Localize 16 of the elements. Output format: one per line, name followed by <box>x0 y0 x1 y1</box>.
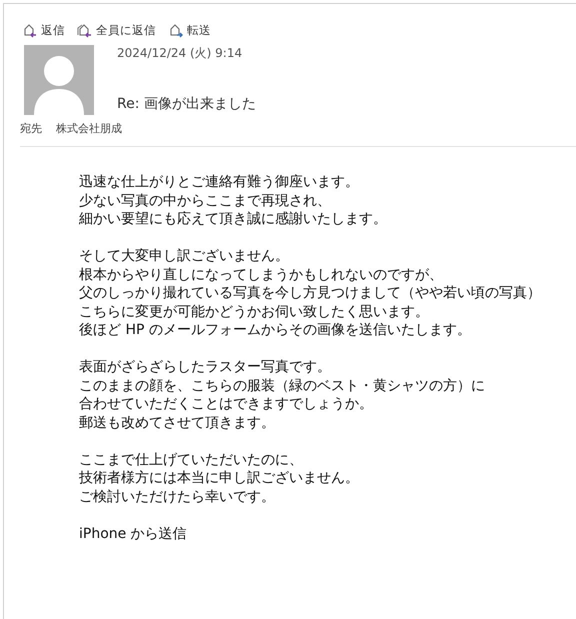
reply-button[interactable]: 返信 <box>22 23 65 38</box>
recipient-label: 宛先 <box>20 121 42 136</box>
message-paragraph: iPhone から送信 <box>79 524 188 543</box>
sent-date: 2024/12/24 (火) 9:14 <box>117 45 244 62</box>
message-paragraph: そして大変申し訳ございません。 根本からやり直しになってしまうかもしれないのですが、 父のしっかり撮れている写真を今し方見つけまして（やや若い頃の写真） こちらに変更が可能かどうかお伺い致したく思います。 後ほど HP のメールフォームからその画像を送信いたします。 <box>79 247 542 340</box>
forward-icon <box>168 23 184 38</box>
email-subject: Re: 画像が出来ました <box>117 95 257 113</box>
message-paragraph: 表面がざらざらしたラスター写真です。 このままの顔を、こちらの服装（緑のベスト・黄シャツの方）に 合わせていただくことはできますでしょうか。 郵送も改めてさせて頂きます。 <box>79 358 486 432</box>
forward-button[interactable]: 転送 <box>168 23 211 38</box>
reply-icon <box>22 23 38 38</box>
recipient-name: 株式会社朋成 <box>56 121 122 136</box>
message-paragraph: ここまで仕上げていただいたのに、 技術者様方には本当に申し訳ございません。 ご検討いただけたら幸いです。 <box>79 450 360 506</box>
message-paragraph: 迅速な仕上がりとご連絡有難う御座います。 少ない写真の中からここまで再現され、 細かい要望にも応えて頂き誠に感謝いたします。 <box>79 173 388 228</box>
reply-all-icon <box>77 23 93 38</box>
avatar-icon <box>24 45 94 115</box>
reply-all-button[interactable]: 全員に返信 <box>77 23 156 38</box>
